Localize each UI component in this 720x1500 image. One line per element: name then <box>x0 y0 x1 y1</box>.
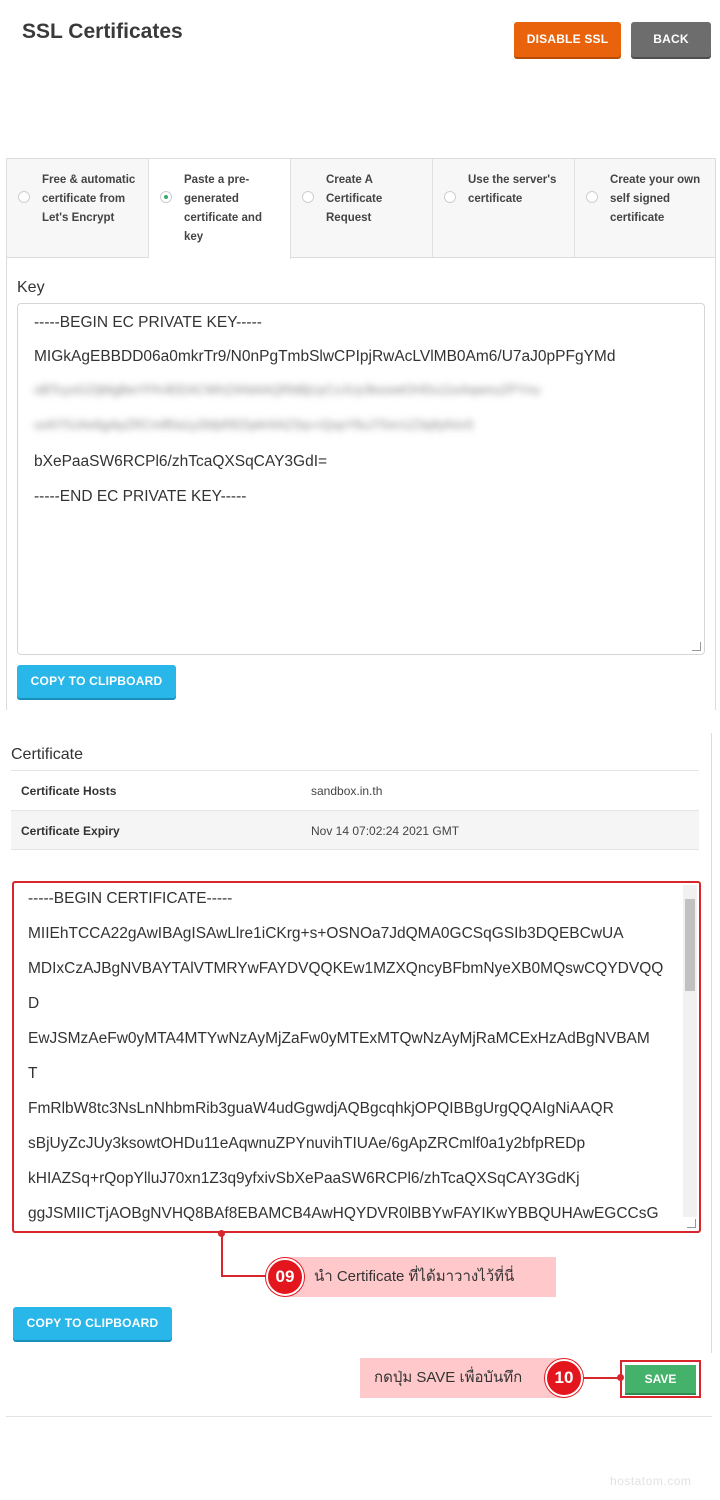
cert-line: FmRlbW8tc3NsLnNhbmRib3guaW4udGgwdjAQBgcq… <box>28 1100 614 1117</box>
row-key: Certificate Hosts <box>21 784 117 798</box>
tab-server-certificate[interactable]: Use the server's certificate <box>433 159 575 257</box>
cert-line: EwJSMzAeFw0yMTA4MTYwNzAyMjZaFw0yMTExMTQw… <box>28 1030 650 1047</box>
step10-callout: กดปุ่ม SAVE เพื่อบันทึก <box>360 1358 560 1398</box>
step9-callout: นำ Certificate ที่ได้มาวางไว้ที่นี่ <box>283 1257 556 1297</box>
certificate-heading: Certificate <box>11 746 84 763</box>
radio-self-signed[interactable] <box>586 191 598 203</box>
save-button[interactable]: SAVE <box>625 1365 696 1393</box>
scrollbar-thumb[interactable] <box>685 899 695 991</box>
cert-line: -----BEGIN CERTIFICATE----- <box>28 890 233 907</box>
radio-lets-encrypt[interactable] <box>18 191 30 203</box>
tab-create-request[interactable]: Create A Certificate Request <box>291 159 433 257</box>
tab-label: Paste a pre-generated certificate and ke… <box>184 174 262 243</box>
tab-lets-encrypt[interactable]: Free & automatic certificate from Let's … <box>7 159 149 257</box>
key-line: -----END EC PRIVATE KEY----- <box>34 488 247 505</box>
resize-handle[interactable] <box>692 642 701 651</box>
key-line: bXePaaSW6RCPl6/zhTcaQXSqCAY3GdI= <box>34 453 328 470</box>
key-line-blurred: oBTcyoGZIjMgBwYFK4EEACWhZANiAAQRbBjUyCzJ… <box>34 382 541 397</box>
connector-line <box>583 1377 621 1379</box>
save-highlight: SAVE <box>620 1360 701 1398</box>
disable-ssl-button[interactable]: DISABLE SSL <box>514 22 621 57</box>
key-line: MIGkAgEBBDD06a0mkrTr9/N0nPgTmbSlwCPIpjRw… <box>34 348 616 365</box>
cert-line: MDIxCzAJBgNVBAYTAlVTMRYwFAYDVQQKEw1MZXQn… <box>28 960 664 977</box>
page-title: SSL Certificates <box>22 20 183 43</box>
connector-line <box>221 1233 223 1277</box>
copy-key-button[interactable]: COPY TO CLIPBOARD <box>17 665 176 698</box>
step10-number: 10 <box>545 1359 583 1397</box>
row-key: Certificate Expiry <box>21 824 120 838</box>
copy-certificate-button[interactable]: COPY TO CLIPBOARD <box>13 1307 172 1340</box>
tab-paste-certificate[interactable]: Paste a pre-generated certificate and ke… <box>149 159 291 259</box>
cert-line: MIIEhTCCA22gAwIBAgISAwLlre1iCKrg+s+OSNOa… <box>28 925 624 942</box>
resize-handle[interactable] <box>687 1219 696 1228</box>
tab-label: Create A Certificate Request <box>326 174 383 224</box>
cert-line: kHIAZSq+rQopYlluJ70xn1Z3q9yfxivSbXePaaSW… <box>28 1170 580 1187</box>
radio-server-certificate[interactable] <box>444 191 456 203</box>
key-textarea[interactable]: -----BEGIN EC PRIVATE KEY----- MIGkAgEBB… <box>17 303 705 655</box>
step9-number: 09 <box>266 1258 304 1296</box>
cert-line: D <box>28 995 40 1012</box>
certificate-source-tabs: Free & automatic certificate from Let's … <box>6 158 716 259</box>
back-button[interactable]: BACK <box>631 22 711 57</box>
scrollbar[interactable] <box>683 885 697 1217</box>
cert-line: ggJSMIICTjAOBgNVHQ8BAf8EBAMCB4AwHQYDVR0l… <box>28 1205 659 1222</box>
key-line: -----BEGIN EC PRIVATE KEY----- <box>34 314 262 331</box>
watermark: hostatom.com <box>610 1474 692 1488</box>
key-label: Key <box>17 279 45 296</box>
certificate-textarea[interactable]: -----BEGIN CERTIFICATE----- MIIEhTCCA22g… <box>12 881 701 1233</box>
table-row: Certificate Expiry Nov 14 07:02:24 2021 … <box>11 810 699 850</box>
tab-self-signed[interactable]: Create your own self signed certificate <box>575 159 715 257</box>
cert-line: sBjUyZcJUy3ksowtOHDu11eAqwnuZPYnuvihTIUA… <box>28 1135 586 1152</box>
tab-label: Use the server's certificate <box>468 174 557 205</box>
table-row: Certificate Hosts sandbox.in.th <box>11 770 699 810</box>
row-value: sandbox.in.th <box>311 784 383 798</box>
tab-label: Create your own self signed certificate <box>610 174 701 224</box>
tab-label: Free & automatic certificate from Let's … <box>42 174 136 224</box>
key-line-blurred: uvihTIUAe6gApZRCmlf0a1y2bfpREDpkHIAZSq+r… <box>34 417 474 432</box>
radio-paste-certificate[interactable] <box>160 191 172 203</box>
row-value: Nov 14 07:02:24 2021 GMT <box>311 824 460 838</box>
divider <box>6 1416 712 1417</box>
cert-line: T <box>28 1065 38 1082</box>
radio-create-request[interactable] <box>302 191 314 203</box>
connector-line <box>221 1275 271 1277</box>
